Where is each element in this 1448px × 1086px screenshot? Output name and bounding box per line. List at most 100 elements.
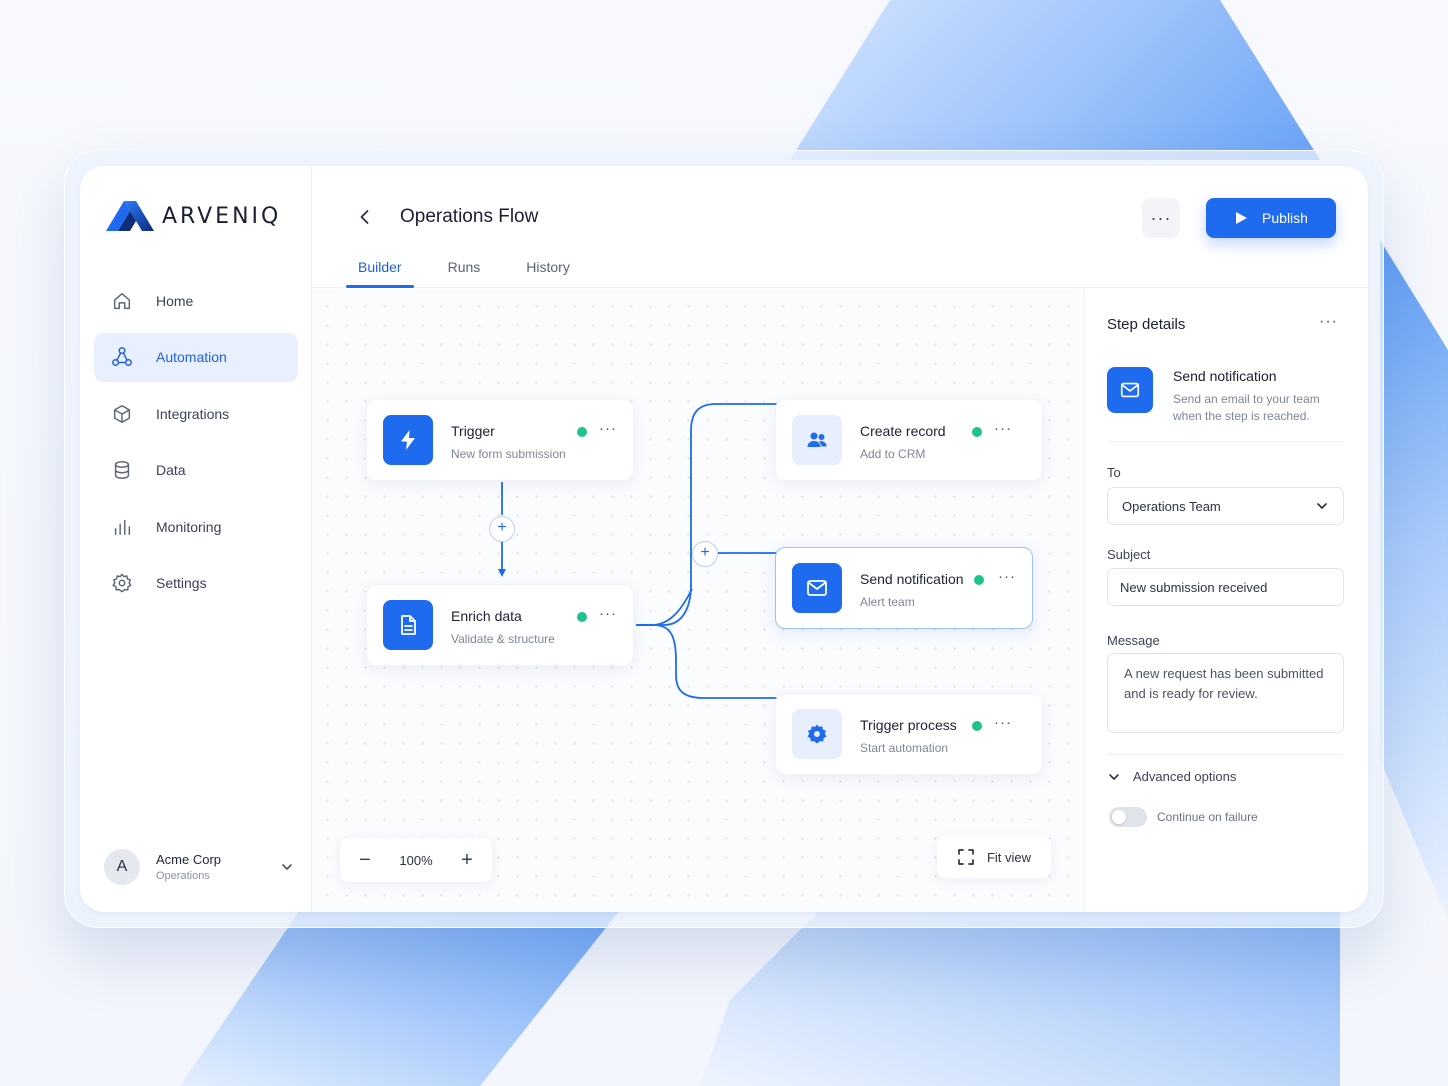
advanced-options-toggle[interactable]: Advanced options: [1107, 769, 1236, 784]
connector-enrich-notify: [636, 588, 693, 626]
node-title: Send notification: [860, 571, 964, 587]
database-icon: [110, 458, 134, 482]
message-field[interactable]: A new request has been submitted and is …: [1107, 653, 1344, 733]
step-description: Send an email to your team when the step…: [1173, 392, 1320, 423]
sidebar-item-settings[interactable]: Settings: [94, 559, 298, 608]
flow-node-create[interactable]: Create record Add to CRM ···: [775, 399, 1043, 481]
node-title: Create record: [860, 423, 946, 439]
panel-more-button[interactable]: ···: [1319, 313, 1338, 331]
zoom-control: − 100% +: [340, 838, 492, 882]
home-icon: [110, 289, 134, 313]
org-switcher[interactable]: A Acme Corp Operations: [104, 846, 294, 888]
sidebar-item-label: Settings: [156, 575, 207, 591]
brand-logo[interactable]: ARVENIQ: [104, 196, 281, 236]
mail-icon: [1107, 367, 1153, 413]
tab-history[interactable]: History: [514, 254, 582, 288]
flow-canvas[interactable]: + + Trigger New form submission ··· Enrich …: [312, 289, 1084, 912]
background-shape: [1380, 240, 1448, 920]
more-options-button[interactable]: ···: [1142, 198, 1180, 238]
lightning-icon: [383, 415, 433, 465]
page-title: Operations Flow: [400, 206, 539, 227]
sidebar-item-label: Integrations: [156, 405, 230, 422]
zoom-in-button[interactable]: +: [458, 849, 476, 872]
fit-view-icon: [958, 849, 974, 865]
add-step-button[interactable]: +: [692, 541, 718, 567]
status-dot: [577, 612, 587, 622]
chevron-down-icon: [282, 864, 292, 870]
node-more-button[interactable]: ···: [994, 420, 1012, 437]
node-subtitle: New form submission: [451, 447, 566, 461]
node-more-button[interactable]: ···: [998, 568, 1016, 585]
org-info: Acme Corp Operations: [156, 852, 280, 882]
back-arrow-icon[interactable]: [354, 206, 376, 228]
brand-name: ARVENIQ: [162, 203, 282, 229]
zoom-out-button[interactable]: −: [356, 849, 374, 872]
node-subtitle: Alert team: [860, 595, 915, 609]
sidebar-item-label: Data: [156, 462, 186, 478]
cube-icon: [110, 402, 134, 426]
background-shape: [790, 0, 1320, 160]
sidebar-item-label: Automation: [156, 349, 227, 365]
sidebar-item-data[interactable]: Data: [94, 446, 298, 495]
org-name: Acme Corp: [156, 852, 222, 867]
flow-node-trigger[interactable]: Trigger New form submission ···: [366, 399, 634, 481]
tab-runs[interactable]: Runs: [436, 254, 493, 288]
sidebar-item-monitoring[interactable]: Monitoring: [94, 502, 298, 551]
panel-title: Step details: [1107, 316, 1186, 333]
sidebar-item-label: Home: [156, 292, 194, 309]
mail-icon: [792, 563, 842, 613]
step-name: Send notification: [1173, 368, 1277, 384]
connector-enrich-process: [636, 624, 852, 702]
bar-chart-icon: [110, 515, 134, 539]
node-title: Enrich data: [451, 608, 522, 624]
tab-builder[interactable]: Builder: [346, 254, 414, 288]
selected-step-summary: Send notification Send an email to your …: [1107, 367, 1345, 441]
background-shape: [700, 910, 1340, 1086]
continue-on-failure-switch[interactable]: [1109, 807, 1147, 827]
node-subtitle: Start automation: [860, 741, 949, 755]
publish-label: Publish: [1262, 210, 1308, 226]
to-label: To: [1107, 465, 1121, 480]
gear-icon: [792, 709, 842, 759]
advanced-options-label: Advanced options: [1133, 769, 1237, 784]
page-header: Operations Flow ··· Publish Builder Runs…: [312, 166, 1368, 288]
step-details-panel: Step details ··· Send notification Send …: [1084, 289, 1368, 912]
status-dot: [972, 427, 982, 437]
fit-view-button[interactable]: Fit view: [937, 836, 1051, 878]
status-dot: [972, 721, 982, 731]
zoom-level: 100%: [399, 852, 433, 868]
gear-icon: [110, 571, 134, 595]
continue-on-failure-label: Continue on failure: [1157, 810, 1258, 824]
sidebar: ARVENIQ Home Automation Integrations Dat…: [80, 166, 312, 912]
node-title: Trigger process: [860, 717, 957, 733]
logo-mark-icon: [106, 201, 154, 231]
divider: [1107, 441, 1343, 442]
sidebar-item-automation[interactable]: Automation: [94, 332, 298, 382]
recipient-select[interactable]: Operations Team: [1107, 487, 1344, 525]
node-more-button[interactable]: ···: [599, 605, 617, 622]
flow-node-enrich[interactable]: Enrich data Validate & structure ···: [366, 584, 634, 666]
node-more-button[interactable]: ···: [994, 714, 1012, 731]
node-more-button[interactable]: ···: [599, 420, 617, 437]
divider: [1107, 754, 1343, 755]
flow-node-process[interactable]: Trigger process Start automation ···: [775, 693, 1043, 775]
org-team: Operations: [156, 870, 210, 882]
chevron-down-icon: [1317, 503, 1327, 509]
workflow-icon: [110, 345, 134, 369]
sidebar-item-home[interactable]: Home: [94, 276, 298, 325]
node-title: Trigger: [451, 423, 495, 439]
add-step-button[interactable]: +: [489, 516, 515, 542]
sidebar-item-integrations[interactable]: Integrations: [94, 389, 298, 438]
subject-label: Subject: [1107, 547, 1151, 562]
node-subtitle: Validate & structure: [451, 632, 555, 646]
status-dot: [577, 427, 587, 437]
continue-on-failure-row: Continue on failure: [1109, 807, 1258, 827]
flow-node-notify[interactable]: Send notification Alert team ···: [775, 547, 1033, 629]
subject-field[interactable]: [1107, 568, 1344, 606]
users-icon: [792, 415, 842, 465]
chevron-down-icon: [1109, 773, 1119, 780]
play-icon: [1236, 212, 1248, 224]
publish-button[interactable]: Publish: [1206, 198, 1336, 238]
avatar: A: [104, 849, 140, 885]
fit-view-label: Fit view: [986, 849, 1032, 865]
